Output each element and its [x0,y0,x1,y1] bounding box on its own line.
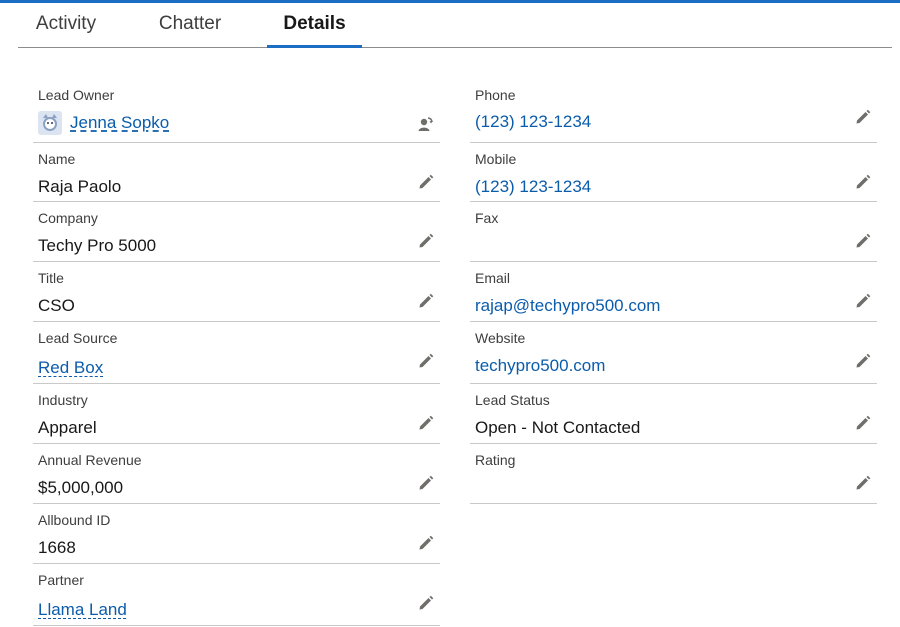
tab-details-label: Details [283,13,346,34]
pencil-icon[interactable] [418,353,434,369]
field-label: Mobile [475,151,517,167]
field-phone: Phone (123) 123-1234 [470,82,877,143]
field-value: Apparel [38,418,97,437]
record-tabs: Activity Chatter Details [18,3,892,48]
field-industry: Industry Apparel [33,383,440,444]
field-company: Company Techy Pro 5000 [33,201,440,262]
pencil-icon[interactable] [855,415,871,431]
field-label: Allbound ID [38,512,111,528]
pencil-icon[interactable] [418,595,434,611]
website-link[interactable]: techypro500.com [475,356,605,376]
field-lead-source: Lead Source Red Box [33,321,440,384]
field-lead-owner: Lead Owner Jenna Sopko [33,82,440,143]
pencil-icon[interactable] [418,475,434,491]
active-tab-indicator [267,45,362,48]
pencil-icon[interactable] [418,293,434,309]
tab-details[interactable]: Details [267,3,362,48]
field-lead-status: Lead Status Open - Not Contacted [470,383,877,444]
change-owner-icon[interactable] [416,115,434,133]
pencil-icon[interactable] [418,415,434,431]
field-label: Website [475,330,526,346]
pencil-icon[interactable] [855,475,871,491]
pencil-icon[interactable] [855,353,871,369]
field-rating: Rating [470,443,877,504]
field-partner: Partner Llama Land [33,563,440,626]
field-value: 1668 [38,538,76,557]
pencil-icon[interactable] [855,233,871,249]
lead-owner-link[interactable]: Jenna Sopko [70,113,169,133]
field-label: Industry [38,392,88,408]
field-label: Company [38,210,98,226]
lead-source-link[interactable]: Red Box [38,358,103,378]
field-allbound-id: Allbound ID 1668 [33,503,440,564]
field-value: Techy Pro 5000 [38,236,157,255]
partner-link[interactable]: Llama Land [38,600,127,620]
pencil-icon[interactable] [855,174,871,190]
field-label: Lead Source [38,330,118,346]
field-label: Phone [475,87,516,103]
field-annual-revenue: Annual Revenue $5,000,000 [33,443,440,504]
pencil-icon[interactable] [418,174,434,190]
field-value: Open - Not Contacted [475,418,641,437]
field-fax: Fax [470,201,877,262]
field-value: CSO [38,296,75,315]
email-link[interactable]: rajap@techypro500.com [475,296,660,316]
phone-link[interactable]: (123) 123-1234 [475,112,591,132]
field-label: Name [38,151,76,167]
field-value: $5,000,000 [38,478,124,497]
avatar-icon [38,111,62,135]
pencil-icon[interactable] [855,109,871,125]
tab-chatter[interactable]: Chatter [140,3,240,47]
field-label: Lead Status [475,392,550,408]
field-title: Title CSO [33,261,440,322]
field-name: Name Raja Paolo [33,142,440,202]
pencil-icon[interactable] [855,293,871,309]
pencil-icon[interactable] [418,535,434,551]
field-label: Email [475,270,511,286]
field-value: Raja Paolo [38,177,122,196]
field-mobile: Mobile (123) 123-1234 [470,142,877,202]
mobile-link[interactable]: (123) 123-1234 [475,177,591,197]
field-label: Lead Owner [38,87,115,103]
field-label: Partner [38,572,84,588]
field-label: Fax [475,210,499,226]
pencil-icon[interactable] [418,233,434,249]
tab-activity[interactable]: Activity [18,3,114,47]
field-label: Title [38,270,64,286]
field-website: Website techypro500.com [470,321,877,384]
field-label: Rating [475,452,516,468]
field-label: Annual Revenue [38,452,142,468]
field-email: Email rajap@techypro500.com [470,261,877,322]
